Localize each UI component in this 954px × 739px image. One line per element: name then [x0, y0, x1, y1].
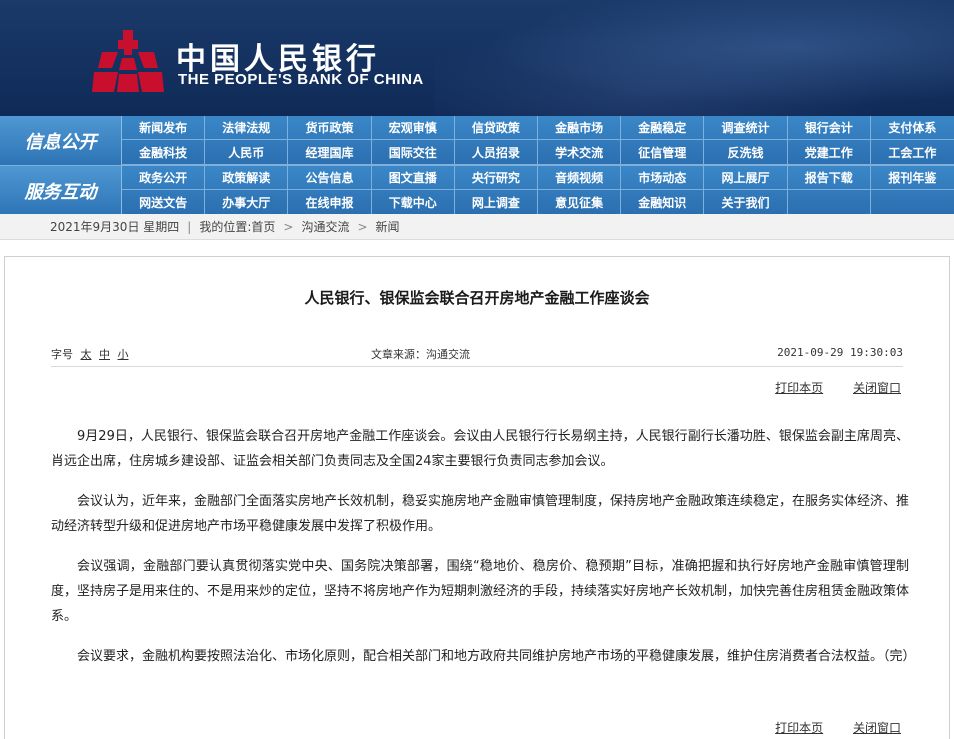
nav-item-notices[interactable]: 网送文告 — [122, 190, 206, 215]
breadcrumb-section-link[interactable]: 沟通交流 — [301, 218, 349, 235]
breadcrumb-current-link[interactable]: 新闻 — [376, 218, 400, 235]
nav-item-media[interactable]: 音频视频 — [537, 166, 622, 190]
nav-item-online-filing[interactable]: 在线申报 — [288, 190, 372, 215]
breadcrumb-separator: | — [187, 219, 192, 234]
nav-item-statistics[interactable]: 调查统计 — [704, 116, 788, 140]
nav-grid: 新闻发布 法律法规 货币政策 宏观审慎 信贷政策 金融市场 金融稳定 调查统计 … — [122, 116, 954, 165]
nav-item-gov-affairs[interactable]: 政务公开 — [122, 166, 206, 190]
nav-grid: 政务公开 政策解读 公告信息 图文直播 央行研究 音频视频 市场动态 网上展厅 … — [122, 166, 954, 215]
article-paragraph: 会议强调，金融部门要认真贯彻落实党中央、国务院决策部署，围绕“稳地价、稳房价、稳… — [51, 559, 910, 624]
breadcrumb: 2021年9月30日 星期四 | 我的位置: 首页 > 沟通交流 > 新闻 — [0, 214, 954, 240]
close-window-link[interactable]: 关闭窗口 — [853, 721, 901, 735]
current-date: 2021年9月30日 星期四 — [50, 220, 180, 234]
nav-item-report-download[interactable]: 报告下载 — [787, 166, 871, 190]
breadcrumb-arrow: > — [283, 219, 294, 234]
nav-item-anti-money-laundering[interactable]: 反洗钱 — [704, 140, 788, 165]
nav-item-announcements[interactable]: 公告信息 — [288, 166, 372, 190]
nav-item-financial-knowledge[interactable]: 金融知识 — [621, 190, 705, 215]
nav-item-international[interactable]: 国际交往 — [371, 140, 455, 165]
nav-item-news-release[interactable]: 新闻发布 — [122, 116, 206, 140]
article-body: 9月29日，人民银行、银保监会联合召开房地产金融工作座谈会。会议由人民银行行长易… — [51, 424, 916, 684]
nav-item-live[interactable]: 图文直播 — [371, 166, 455, 190]
nav-item-payment-system[interactable]: 支付体系 — [870, 116, 954, 140]
nav-item-credit-policy[interactable]: 信贷政策 — [454, 116, 538, 140]
nav-item-treasury[interactable]: 经理国库 — [288, 140, 372, 165]
nav-item-survey[interactable]: 网上调查 — [454, 190, 538, 215]
nav-item-yearbook[interactable]: 报刊年鉴 — [870, 166, 954, 190]
main-nav: 信息公开 新闻发布 法律法规 货币政策 宏观审慎 信贷政策 金融市场 金融稳定 … — [0, 116, 954, 215]
article-source: 文章来源：沟通交流 — [371, 348, 470, 361]
article-container: 人民银行、银保监会联合召开房地产金融工作座谈会 字号 太 中 小 文章来源：沟通… — [4, 256, 950, 739]
header-banner: 中国人民银行 THE PEOPLE'S BANK OF CHINA — [0, 0, 954, 116]
font-size-switcher: 字号 太 中 小 — [51, 346, 129, 362]
logo-english-name: THE PEOPLE'S BANK OF CHINA — [178, 71, 424, 88]
nav-section-title: 信息公开 — [0, 116, 122, 165]
nav-item-empty — [787, 190, 871, 215]
font-size-large-link[interactable]: 太 — [81, 348, 92, 361]
breadcrumb-arrow: > — [357, 219, 368, 234]
nav-item-market-news[interactable]: 市场动态 — [621, 166, 705, 190]
nav-item-service-hall[interactable]: 办事大厅 — [205, 190, 289, 215]
print-page-link[interactable]: 打印本页 — [775, 721, 823, 735]
article-meta: 字号 太 中 小 文章来源：沟通交流 2021-09-29 19:30:03 — [51, 346, 903, 362]
nav-item-policy-interpretation[interactable]: 政策解读 — [205, 166, 289, 190]
print-page-link[interactable]: 打印本页 — [775, 381, 823, 395]
pboc-logo-icon — [92, 30, 164, 92]
article-tools-bottom: 打印本页 关闭窗口 — [749, 719, 901, 736]
nav-item-exhibition[interactable]: 网上展厅 — [704, 166, 788, 190]
nav-item-laws[interactable]: 法律法规 — [205, 116, 289, 140]
nav-item-opinions[interactable]: 意见征集 — [537, 190, 622, 215]
breadcrumb-home-link[interactable]: 首页 — [251, 218, 275, 235]
article-tools-top: 打印本页 关闭窗口 — [749, 379, 901, 396]
article-paragraph: 会议要求，金融机构要按照法治化、市场化原则，配合相关部门和地方政府共同维护房地产… — [77, 649, 916, 664]
nav-item-recruitment[interactable]: 人员招录 — [454, 140, 538, 165]
nav-section-service: 服务互动 政务公开 政策解读 公告信息 图文直播 央行研究 音频视频 市场动态 … — [0, 165, 954, 215]
font-size-medium-link[interactable]: 中 — [99, 348, 110, 361]
nav-item-academic[interactable]: 学术交流 — [537, 140, 622, 165]
nav-item-credit-reference[interactable]: 征信管理 — [621, 140, 705, 165]
article-paragraph: 会议认为，近年来，金融部门全面落实房地产长效机制，稳妥实施房地产金融审慎管理制度… — [51, 494, 910, 534]
article-title: 人民银行、银保监会联合召开房地产金融工作座谈会 — [304, 289, 650, 307]
nav-item-research[interactable]: 央行研究 — [454, 166, 538, 190]
nav-item-rmb[interactable]: 人民币 — [205, 140, 289, 165]
nav-item-monetary-policy[interactable]: 货币政策 — [288, 116, 372, 140]
nav-section-info: 信息公开 新闻发布 法律法规 货币政策 宏观审慎 信贷政策 金融市场 金融稳定 … — [0, 116, 954, 165]
nav-item-financial-market[interactable]: 金融市场 — [537, 116, 622, 140]
page: 中国人民银行 THE PEOPLE'S BANK OF CHINA 信息公开 新… — [0, 0, 954, 739]
font-size-label: 字号 — [51, 348, 73, 361]
nav-item-about-us[interactable]: 关于我们 — [704, 190, 788, 215]
nav-item-download-center[interactable]: 下载中心 — [371, 190, 455, 215]
nav-section-title: 服务互动 — [0, 166, 122, 215]
location-label: 我的位置: — [199, 220, 252, 234]
nav-item-financial-stability[interactable]: 金融稳定 — [621, 116, 705, 140]
article-paragraph: 9月29日，人民银行、银保监会联合召开房地产金融工作座谈会。会议由人民银行行长易… — [51, 429, 909, 469]
nav-item-party-building[interactable]: 党建工作 — [787, 140, 871, 165]
font-size-small-link[interactable]: 小 — [118, 348, 129, 361]
meta-divider — [51, 366, 903, 367]
nav-item-bank-accounting[interactable]: 银行会计 — [787, 116, 871, 140]
article-datetime: 2021-09-29 19:30:03 — [777, 346, 903, 359]
nav-item-empty — [870, 190, 954, 215]
nav-item-macro-prudential[interactable]: 宏观审慎 — [371, 116, 455, 140]
nav-item-fintech[interactable]: 金融科技 — [122, 140, 206, 165]
close-window-link[interactable]: 关闭窗口 — [853, 381, 901, 395]
nav-item-union[interactable]: 工会工作 — [870, 140, 954, 165]
